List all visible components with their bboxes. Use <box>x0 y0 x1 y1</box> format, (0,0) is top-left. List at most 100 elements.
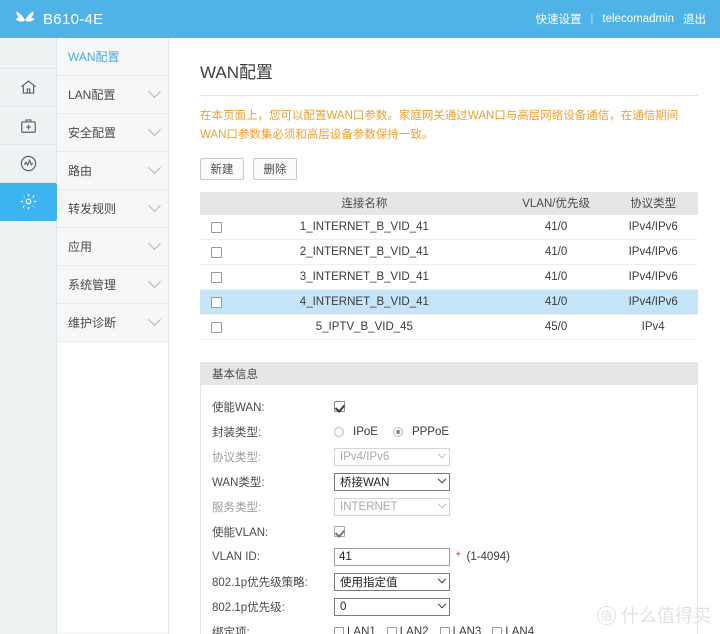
label-protocol-type: 协议类型: <box>212 451 262 464</box>
chevron-down-icon <box>148 275 161 289</box>
protocol-type-value: IPv4/IPv6 <box>340 450 390 463</box>
chevron-down-icon <box>437 449 447 459</box>
sidebar-item-label: 系统管理 <box>68 278 117 292</box>
rail-item-home[interactable] <box>0 69 56 107</box>
chevron-down-icon <box>148 313 161 327</box>
current-username: telecomadmin <box>602 13 674 25</box>
row-checkbox[interactable] <box>210 321 222 333</box>
bind-option-lan2[interactable]: LAN2 <box>386 626 429 634</box>
service-type-select: INTERNET <box>334 497 450 516</box>
row-checkbox-cell[interactable] <box>200 264 225 291</box>
sidebar-menu-filler <box>57 342 168 632</box>
sidebar-item-lan-config[interactable]: LAN配置 <box>57 76 168 114</box>
required-marker: * <box>456 550 461 563</box>
delete-button[interactable]: 删除 <box>253 157 297 180</box>
sidebar-menu: WAN配置 LAN配置 安全配置 路由 转发规则 应用 系统管理 维护诊断 <box>57 38 169 634</box>
sidebar-item-maintenance-diagnostics[interactable]: 维护诊断 <box>57 304 168 342</box>
sidebar-item-routing[interactable]: 路由 <box>57 152 168 190</box>
lan2-checkbox[interactable] <box>386 626 397 634</box>
enable-wan-checkbox[interactable] <box>334 401 345 413</box>
vlan-id-input[interactable]: 41 <box>334 547 450 566</box>
row-checkbox-cell[interactable] <box>200 314 225 341</box>
protocol-type-select: IPv4/IPv6 <box>334 447 450 466</box>
row-checkbox-cell[interactable] <box>200 239 225 266</box>
table-row[interactable]: 2_INTERNET_B_VID_41 41/0 IPv4/IPv6 <box>200 239 698 266</box>
sidebar-item-label: 安全配置 <box>68 126 117 140</box>
rail-item-diagnostics[interactable] <box>0 145 56 183</box>
sidebar-item-forwarding-rules[interactable]: 转发规则 <box>57 190 168 228</box>
radio-ipoe[interactable] <box>334 426 344 437</box>
cell-protocol-type: IPv4/IPv6 <box>608 264 698 291</box>
new-button[interactable]: 新建 <box>200 157 244 180</box>
chevron-down-icon <box>148 85 161 99</box>
chevron-down-icon <box>437 599 447 609</box>
bind-option-lan3[interactable]: LAN3 <box>439 625 482 634</box>
chevron-down-icon <box>437 474 447 484</box>
wan-type-select[interactable]: 桥接WAN <box>334 472 450 491</box>
sidebar-item-system-management[interactable]: 系统管理 <box>57 266 168 304</box>
wan-table-container: 连接名称 VLAN/优先级 协议类型 1_INTERNET_B_VID_41 4… <box>169 180 720 341</box>
8021p-policy-value: 使用指定值 <box>340 576 398 589</box>
wan-connections-table: 连接名称 VLAN/优先级 协议类型 1_INTERNET_B_VID_41 4… <box>200 191 698 341</box>
sidebar-item-label: 转发规则 <box>68 202 117 216</box>
lan4-label: LAN4 <box>505 625 535 634</box>
cell-protocol-type: IPv4/IPv6 <box>608 239 698 266</box>
radio-pppoe[interactable] <box>392 426 403 437</box>
row-checkbox[interactable] <box>210 246 222 258</box>
icon-rail <box>0 38 68 634</box>
table-row[interactable]: 5_IPTV_B_VID_45 45/0 IPv4 <box>200 314 698 341</box>
bind-option-lan4[interactable]: LAN4 <box>492 626 534 634</box>
cell-protocol-type: IPv4/IPv6 <box>608 289 698 316</box>
logout-link[interactable]: 退出 <box>683 11 706 27</box>
chevron-down-icon <box>148 123 161 137</box>
brand-model-name: B610-4E <box>43 10 104 28</box>
sidebar-item-wan-config[interactable]: WAN配置 <box>57 38 168 76</box>
header-separator: | <box>590 13 594 25</box>
sidebar-item-applications[interactable]: 应用 <box>57 228 168 266</box>
table-row[interactable]: 3_INTERNET_B_VID_41 41/0 IPv4/IPv6 <box>200 264 698 291</box>
column-header-checkbox <box>200 191 225 215</box>
table-row-selected[interactable]: 4_INTERNET_B_VID_41 41/0 IPv4/IPv6 <box>200 289 698 316</box>
lan4-checkbox[interactable] <box>492 626 503 634</box>
cell-protocol-type: IPv4 <box>608 314 698 341</box>
label-vlan-id: VLAN ID: <box>212 550 260 563</box>
sidebar-item-security-config[interactable]: 安全配置 <box>57 114 168 152</box>
cell-connection-name: 2_INTERNET_B_VID_41 <box>224 239 504 266</box>
enable-vlan-checkbox[interactable] <box>334 526 345 538</box>
8021p-priority-value: 0 <box>340 600 347 613</box>
row-checkbox[interactable] <box>210 296 222 308</box>
row-checkbox-cell[interactable] <box>200 214 225 241</box>
table-header-row: 连接名称 VLAN/优先级 协议类型 <box>200 191 698 215</box>
chevron-down-icon <box>437 574 447 584</box>
top-header-bar: B610-4E 快速设置 | telecomadmin 退出 <box>0 0 720 38</box>
column-header-connection-name: 连接名称 <box>224 191 504 215</box>
row-checkbox[interactable] <box>210 221 222 233</box>
huawei-flower-logo-icon <box>15 11 35 22</box>
chevron-down-icon <box>148 199 161 213</box>
lan1-label: LAN1 <box>347 625 376 634</box>
row-checkbox[interactable] <box>210 271 222 283</box>
table-action-buttons: 新建 删除 <box>169 145 720 180</box>
label-8021p-policy: 802.1p优先级策略: <box>212 576 308 589</box>
lan1-checkbox[interactable] <box>334 626 344 634</box>
rail-item-toolbox[interactable] <box>0 107 56 145</box>
basic-info-panel-title: 基本信息 <box>201 363 697 386</box>
field-bind-items: 绑定项: LAN1 LAN2 LAN3 LAN4 <box>201 619 697 634</box>
lan3-label: LAN3 <box>452 625 482 634</box>
cell-connection-name: 1_INTERNET_B_VID_41 <box>224 214 504 241</box>
label-enable-wan: 使能WAN: <box>212 401 265 414</box>
bind-option-lan1[interactable]: LAN1 <box>334 626 376 634</box>
lan3-checkbox[interactable] <box>439 626 450 634</box>
field-encapsulation-type: 封装类型: IPoE PPPoE <box>201 419 697 444</box>
basic-info-panel: 基本信息 使能WAN: 封装类型: IPoE PPPoE 协议类型: IPv4/… <box>200 362 698 634</box>
label-service-type: 服务类型: <box>212 501 262 514</box>
cell-vlan-priority: 41/0 <box>503 289 609 316</box>
table-row[interactable]: 1_INTERNET_B_VID_41 41/0 IPv4/IPv6 <box>200 214 698 241</box>
chevron-down-icon <box>148 161 161 175</box>
8021p-priority-select[interactable]: 0 <box>334 597 450 616</box>
8021p-policy-select[interactable]: 使用指定值 <box>334 572 450 591</box>
page-description: 在本页面上，您可以配置WAN口参数。家庭网关通过WAN口与高层网络设备通信，在通… <box>200 110 679 141</box>
rail-item-settings[interactable] <box>0 183 68 221</box>
row-checkbox-cell[interactable] <box>200 289 225 316</box>
quick-setup-link[interactable]: 快速设置 <box>536 11 582 27</box>
